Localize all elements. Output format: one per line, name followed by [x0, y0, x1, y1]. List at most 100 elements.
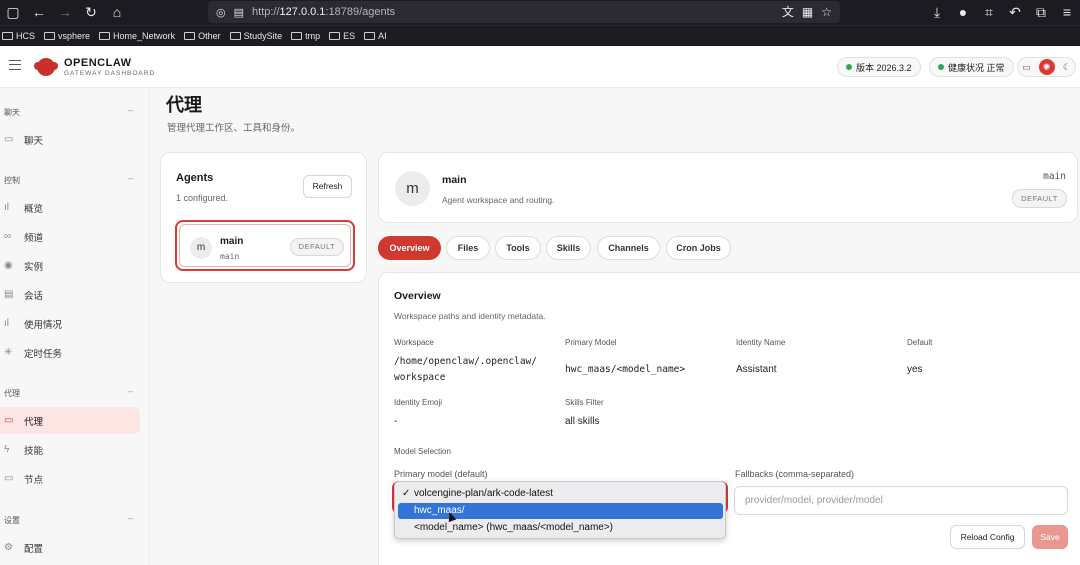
- monitor-icon[interactable]: ▭: [1022, 62, 1031, 73]
- default-badge: DEFAULT: [290, 238, 344, 256]
- avatar: m: [395, 171, 430, 206]
- agent-name: main: [442, 174, 467, 186]
- fallbacks-input[interactable]: provider/model, provider/model: [734, 486, 1068, 515]
- download-icon[interactable]: ⤓: [924, 0, 950, 25]
- default-value: yes: [907, 364, 923, 375]
- sidebar-toggle-icon[interactable]: ▢: [0, 0, 26, 25]
- health-badge: 健康状况 正常: [929, 57, 1014, 77]
- shield-icon: ◎: [216, 6, 226, 19]
- bookmark-studysite[interactable]: StudySite: [229, 31, 282, 41]
- version-badge: 版本 2026.3.2: [837, 57, 921, 77]
- folder-icon: [229, 32, 241, 40]
- status-dot-icon: [846, 64, 852, 70]
- folder-icon: [2, 32, 13, 40]
- gear-icon: ⚙: [4, 542, 13, 553]
- folder-icon: [184, 32, 196, 40]
- extensions-icon[interactable]: ⧉: [1028, 0, 1054, 25]
- identity-name-label: Identity Name: [736, 338, 786, 347]
- bookmark-vsphere[interactable]: vsphere: [44, 31, 90, 41]
- bookmarks-bar: HCS vsphere Home_Network Other StudySite…: [0, 25, 1080, 46]
- page-icon: ▤: [233, 6, 245, 19]
- qr-icon[interactable]: ▦: [802, 1, 813, 23]
- collapse-icon[interactable]: –: [128, 386, 133, 396]
- folder-icon: [329, 32, 341, 40]
- sidebar-item-overview[interactable]: ıl 概览: [0, 194, 140, 221]
- collapse-icon[interactable]: –: [128, 173, 133, 183]
- undo-icon[interactable]: ↶: [1002, 0, 1028, 25]
- sidebar-item-agents[interactable]: ▭ 代理: [0, 407, 140, 434]
- sidebar-item-skills[interactable]: ϟ 技能: [0, 436, 140, 463]
- page-title: 代理: [166, 95, 202, 115]
- translate-icon[interactable]: 文: [782, 1, 794, 23]
- agents-count: 1 configured.: [176, 193, 229, 203]
- tab-overview[interactable]: Overview: [378, 236, 441, 260]
- browser-toolbar: ▢ ← → ↻ ⌂ ◎ ▤ http://127.0.0.1:18789/age…: [0, 0, 1080, 25]
- collapse-icon[interactable]: –: [128, 105, 133, 115]
- folder-icon: [291, 32, 303, 40]
- agents-panel: Agents 1 configured. Refresh m main main…: [160, 152, 367, 283]
- sidebar-item-config[interactable]: ⚙ 配置: [0, 534, 140, 561]
- reload-icon[interactable]: ↻: [78, 0, 104, 25]
- tab-tools[interactable]: Tools: [495, 236, 541, 260]
- save-button[interactable]: Save: [1032, 525, 1068, 549]
- agents-title: Agents: [176, 172, 214, 184]
- bookmark-ai[interactable]: AI: [364, 31, 387, 41]
- sidebar-item-cron[interactable]: ✳ 定时任务: [0, 339, 140, 366]
- brand-name: OPENCLAW: [64, 57, 132, 69]
- page-subtitle: 管理代理工作区、工具和身份。: [167, 123, 301, 134]
- skills-filter-label: Skills Filter: [565, 398, 604, 407]
- bookmark-hcs[interactable]: HCS: [2, 31, 35, 41]
- tab-cron-jobs[interactable]: Cron Jobs: [666, 236, 731, 260]
- section-title-agents: 代理: [4, 389, 20, 398]
- reload-config-button[interactable]: Reload Config: [950, 525, 1025, 549]
- hamburger-icon[interactable]: [9, 60, 21, 70]
- agent-id: main: [1043, 171, 1066, 182]
- tab-skills[interactable]: Skills: [546, 236, 591, 260]
- workspace-label: Workspace: [394, 338, 434, 347]
- bookmark-home-network[interactable]: Home_Network: [99, 31, 175, 41]
- skills-filter-value: all skills: [565, 416, 600, 427]
- home-icon[interactable]: ⌂: [104, 0, 130, 25]
- sun-icon[interactable]: ✺: [1038, 59, 1055, 75]
- brand-subtitle: GATEWAY DASHBOARD: [64, 70, 156, 77]
- identity-emoji-value: -: [394, 416, 398, 427]
- folder-icon: [44, 32, 56, 40]
- agent-list-item[interactable]: m main main DEFAULT: [175, 220, 355, 271]
- chat-icon: ▭: [4, 134, 14, 145]
- usage-chart-icon: ıl: [4, 318, 9, 329]
- document-icon: ▤: [4, 289, 14, 300]
- zap-icon: ϟ: [4, 444, 10, 455]
- sidebar-item-chat[interactable]: ▭ 聊天: [0, 126, 140, 153]
- bookmark-other[interactable]: Other: [184, 31, 221, 41]
- forward-icon[interactable]: →: [52, 0, 78, 25]
- sidebar: 聊天 – ▭ 聊天 控制 – ıl 概览 ∞ 频道 ◉ 实例 ▤ 会话 ıl 使用情况 ✳ 定…: [0, 88, 150, 565]
- identity-name-value: Assistant: [736, 364, 777, 375]
- sidebar-item-channels[interactable]: ∞ 频道: [0, 223, 140, 250]
- agent-list-item-inner: m main main DEFAULT: [179, 224, 351, 267]
- refresh-button[interactable]: Refresh: [303, 175, 352, 198]
- sidebar-item-nodes[interactable]: ▭ 节点: [0, 465, 140, 492]
- bookmark-es[interactable]: ES: [329, 31, 355, 41]
- url-bar[interactable]: ◎ ▤ http://127.0.0.1:18789/agents 文 ▦ ☆: [208, 1, 840, 23]
- section-title-control: 控制: [4, 176, 20, 185]
- dropdown-option[interactable]: <model_name> (hwc_maas/<model_name>): [398, 520, 723, 536]
- collapse-icon[interactable]: –: [128, 513, 133, 523]
- moon-icon[interactable]: ☾: [1063, 62, 1071, 73]
- tab-files[interactable]: Files: [446, 236, 490, 260]
- menu-icon[interactable]: ≡: [1054, 0, 1080, 25]
- sidebar-item-instances[interactable]: ◉ 实例: [0, 252, 140, 279]
- back-icon[interactable]: ←: [26, 0, 52, 25]
- avatar: m: [190, 237, 212, 259]
- star-icon[interactable]: ☆: [821, 1, 832, 23]
- status-dot-icon: [938, 64, 944, 70]
- url-text: http://127.0.0.1:18789/agents: [252, 6, 396, 18]
- extension-badge-icon[interactable]: ●: [950, 0, 976, 25]
- bookmark-tmp[interactable]: tmp: [291, 31, 320, 41]
- sidebar-item-sessions[interactable]: ▤ 会话: [0, 281, 140, 308]
- dropdown-option[interactable]: ✓ volcengine-plan/ark-code-latest: [398, 486, 723, 502]
- tab-channels[interactable]: Channels: [597, 236, 660, 260]
- crop-icon[interactable]: ⌗: [976, 0, 1002, 25]
- sidebar-item-usage[interactable]: ıl 使用情况: [0, 310, 140, 337]
- monitor-icon: ▭: [4, 473, 14, 484]
- section-title-settings: 设置: [4, 516, 20, 525]
